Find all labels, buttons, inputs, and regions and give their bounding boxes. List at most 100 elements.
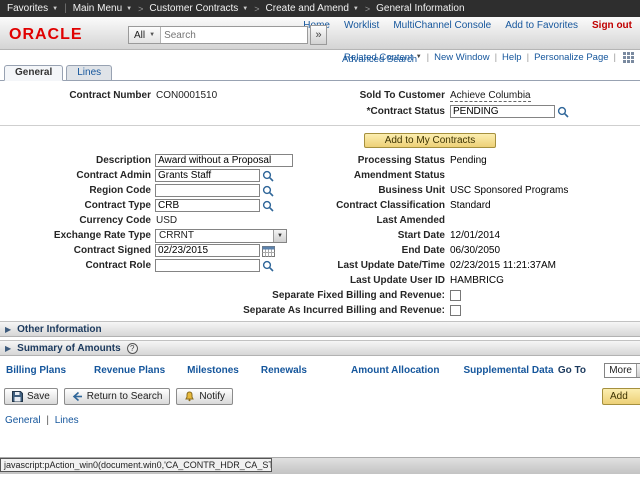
contract-number-value: CON0001510 — [156, 90, 217, 101]
action-toolbar: Save Return to Search Notify Add — [0, 376, 640, 406]
page-tabs: General Lines — [0, 64, 640, 81]
notify-button[interactable]: Notify — [176, 388, 233, 405]
renewals-link[interactable]: Renewals — [261, 365, 307, 376]
status-tooltip: javascript:pAction_win0(document.win0,'C… — [0, 458, 272, 472]
worklist-link[interactable]: Worklist — [344, 20, 379, 31]
breadcrumb-customer-contracts[interactable]: Customer Contracts▼ — [149, 3, 248, 14]
notify-icon — [184, 391, 195, 402]
help-icon[interactable]: ? — [127, 343, 138, 354]
save-button[interactable]: Save — [4, 388, 58, 405]
search-go-icon[interactable]: » — [310, 25, 327, 45]
contract-signed-input[interactable] — [155, 244, 260, 257]
last-update-datetime-value: 02/23/2015 11:21:37AM — [450, 260, 640, 271]
revenue-plans-link[interactable]: Revenue Plans — [94, 365, 165, 376]
end-date-label: End Date — [308, 245, 450, 256]
global-search: All ▼ » — [128, 26, 327, 44]
add-to-favorites-link[interactable]: Add to Favorites — [505, 20, 578, 31]
description-input[interactable] — [155, 154, 293, 167]
end-date-value: 06/30/2050 — [450, 245, 640, 256]
business-unit-value: USC Sponsored Programs — [450, 185, 640, 196]
separate-fixed-billing-label: Separate Fixed Billing and Revenue: — [100, 290, 450, 301]
form-row: Region Code Business Unit USC Sponsored … — [0, 183, 640, 198]
tab-general[interactable]: General — [4, 65, 63, 81]
expand-arrow-icon: ▶ — [5, 344, 11, 353]
peoplesoft-window: Favorites▼ | Main Menu▼ > Customer Contr… — [0, 0, 640, 480]
contract-role-input[interactable] — [155, 259, 260, 272]
save-icon — [12, 391, 23, 402]
other-information-section[interactable]: ▶ Other Information — [0, 321, 640, 337]
region-code-label: Region Code — [0, 185, 155, 196]
search-scope-dropdown[interactable]: All ▼ — [129, 27, 161, 43]
billing-plans-link[interactable]: Billing Plans — [6, 365, 66, 376]
header-links: Home Worklist MultiChannel Console Add t… — [303, 20, 632, 31]
breadcrumb-favorites[interactable]: Favorites▼ — [7, 3, 58, 14]
contract-role-label: Contract Role — [0, 260, 155, 271]
currency-code-value: USD — [156, 215, 177, 226]
breadcrumb-divider: | — [64, 3, 67, 14]
personalize-page-link[interactable]: Personalize Page — [534, 52, 608, 63]
lookup-magnifier-icon[interactable] — [557, 106, 569, 118]
form-row: Last Update User ID HAMBRICG — [0, 273, 640, 288]
breadcrumb-main-menu[interactable]: Main Menu▼ — [73, 3, 132, 14]
return-to-search-button[interactable]: Return to Search — [64, 388, 171, 405]
chevron-down-icon: ▼ — [149, 32, 155, 38]
processing-status-value: Pending — [450, 155, 640, 166]
pagebar-separator: | — [614, 52, 616, 63]
lines-page-link[interactable]: Lines — [55, 415, 79, 426]
separate-fixed-billing-checkbox[interactable] — [450, 290, 461, 301]
help-link[interactable]: Help — [502, 52, 522, 63]
lookup-magnifier-icon[interactable] — [262, 170, 274, 182]
contract-type-input[interactable] — [155, 199, 260, 212]
chevron-down-icon: ▼ — [126, 6, 132, 12]
supplemental-data-link[interactable]: Supplemental Data — [464, 365, 554, 376]
chevron-down-icon: ▼ — [242, 6, 248, 12]
contract-admin-label: Contract Admin — [0, 170, 155, 181]
lookup-magnifier-icon[interactable] — [262, 185, 274, 197]
lookup-magnifier-icon[interactable] — [262, 200, 274, 212]
form-row: Description Processing Status Pending — [0, 153, 640, 168]
lookup-magnifier-icon[interactable] — [262, 260, 274, 272]
chevron-down-icon: ▼ — [273, 230, 286, 242]
business-unit-label: Business Unit — [308, 185, 450, 196]
multichannel-console-link[interactable]: MultiChannel Console — [393, 20, 491, 31]
breadcrumb-create-and-amend[interactable]: Create and Amend▼ — [266, 3, 359, 14]
breadcrumb-separator: > — [254, 4, 259, 14]
general-page-link[interactable]: General — [5, 415, 41, 426]
expand-arrow-icon: ▶ — [5, 325, 11, 334]
tab-lines[interactable]: Lines — [66, 65, 112, 80]
breadcrumb-general-information: General Information — [376, 3, 464, 14]
sign-out-link[interactable]: Sign out — [592, 20, 632, 31]
milestones-link[interactable]: Milestones — [187, 365, 239, 376]
last-update-user-label: Last Update User ID — [308, 275, 450, 286]
amount-allocation-link[interactable]: Amount Allocation — [351, 365, 440, 376]
last-update-user-value: HAMBRICG — [450, 275, 640, 286]
sold-to-customer-link[interactable]: Achieve Columbia — [450, 90, 531, 102]
last-amended-label: Last Amended — [308, 215, 450, 226]
last-update-datetime-label: Last Update Date/Time — [308, 260, 450, 271]
contract-signed-label: Contract Signed — [0, 245, 155, 256]
calendar-icon[interactable] — [262, 245, 275, 257]
grid-icon[interactable] — [623, 52, 634, 63]
add-to-my-contracts-button[interactable]: Add to My Contracts — [364, 133, 496, 148]
add-button[interactable]: Add — [602, 388, 640, 405]
search-box: All ▼ — [128, 26, 308, 44]
bottom-links-separator: | — [46, 415, 49, 426]
contract-admin-input[interactable] — [155, 169, 260, 182]
exchange-rate-type-select[interactable]: CRRNT ▼ — [155, 229, 287, 243]
region-code-input[interactable] — [155, 184, 260, 197]
contract-status-input[interactable] — [450, 105, 555, 118]
form-row: Contract Role Last Update Date/Time 02/2… — [0, 258, 640, 273]
advanced-search-link[interactable]: Advanced Search — [342, 54, 417, 65]
start-date-label: Start Date — [308, 230, 450, 241]
search-input[interactable] — [161, 28, 307, 43]
chevron-down-icon: ▼ — [52, 6, 58, 12]
breadcrumb-separator: > — [365, 4, 370, 14]
contract-status-row: *Contract Status — [0, 103, 640, 120]
summary-of-amounts-section[interactable]: ▶ Summary of Amounts ? — [0, 340, 640, 356]
form-row: Separate As Incurred Billing and Revenue… — [0, 303, 640, 318]
contract-classification-label: Contract Classification — [308, 200, 450, 211]
contract-number-row: Contract Number CON0001510 Sold To Custo… — [0, 88, 640, 103]
separate-as-incurred-billing-checkbox[interactable] — [450, 305, 461, 316]
new-window-link[interactable]: New Window — [434, 52, 489, 63]
form-row: Contract Type Contract Classification St… — [0, 198, 640, 213]
